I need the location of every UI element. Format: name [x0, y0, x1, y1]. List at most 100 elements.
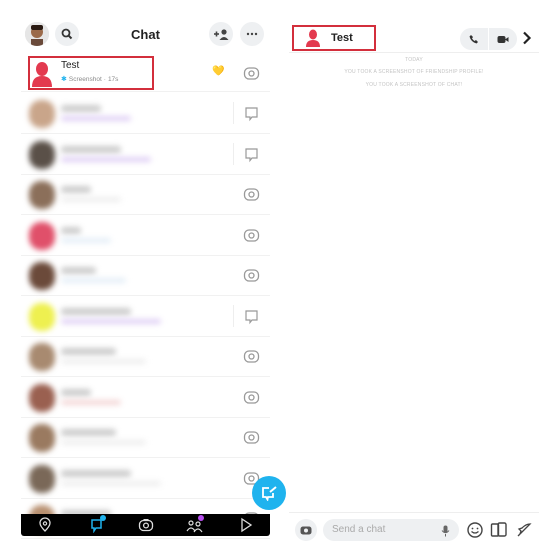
camera-icon[interactable] [243, 429, 260, 446]
camera-icon[interactable] [138, 517, 154, 533]
chat-status: ✱ Screenshot · 17s [61, 75, 119, 84]
contact-name-blurred [61, 226, 81, 234]
phone-icon [469, 35, 478, 44]
chat-input[interactable]: Send a chat [323, 519, 459, 541]
chat-status-blurred [61, 359, 146, 364]
spotlight-icon[interactable] [238, 517, 254, 533]
contact-name-blurred [61, 267, 96, 274]
chat-status-blurred [61, 318, 161, 324]
contact-name-blurred [61, 186, 91, 193]
camera-icon[interactable] [243, 186, 260, 203]
chat-status-blurred [61, 197, 121, 202]
video-button[interactable] [489, 28, 517, 50]
chat-row[interactable] [21, 93, 270, 134]
chat-badge [100, 515, 106, 521]
contact-avatar [306, 29, 320, 47]
add-friend-icon [214, 29, 229, 40]
conversation-header: Test [289, 25, 539, 53]
chat-row[interactable] [21, 417, 270, 458]
more-button[interactable] [240, 22, 264, 46]
chat-row[interactable] [21, 377, 270, 418]
friend-emoji: 💛 [212, 66, 225, 77]
mic-icon[interactable] [441, 525, 450, 537]
screenshot-icon: ✱ [61, 76, 67, 83]
camera-icon[interactable] [243, 389, 260, 406]
composer: Send a chat [289, 512, 539, 544]
camera-icon[interactable] [243, 65, 260, 82]
chat-status-blurred [61, 116, 131, 121]
chat-status-blurred [61, 480, 161, 486]
chat-row[interactable] [21, 255, 270, 296]
contact-name: Test [61, 60, 80, 71]
timestamp: 17s [107, 75, 119, 83]
contact-name: Test [331, 32, 353, 44]
contact-avatar [29, 181, 55, 209]
camera-icon[interactable] [243, 348, 260, 365]
call-controls [460, 28, 517, 50]
map-icon[interactable] [37, 517, 53, 533]
chat-icon[interactable] [243, 105, 260, 122]
contact-avatar [29, 424, 55, 452]
contact-avatar [29, 383, 55, 412]
emoji-icon[interactable] [466, 521, 484, 539]
chat-status-blurred [61, 237, 111, 243]
system-message: YOU TOOK A SCREENSHOT OF FRIENDSHIP PROF… [344, 69, 484, 75]
video-icon [497, 35, 509, 43]
chat-status-blurred [61, 399, 121, 405]
contact-header-highlight[interactable]: Test [292, 25, 376, 51]
rocket-icon[interactable] [515, 521, 533, 539]
more-icon [246, 32, 258, 36]
contact-name-blurred [61, 105, 101, 112]
contact-avatar [29, 343, 55, 371]
status-text: Screenshot [68, 75, 102, 83]
camera-icon[interactable] [243, 227, 260, 244]
system-message: YOU TOOK A SCREENSHOT OF CHAT! [365, 82, 463, 88]
chat-icon[interactable] [243, 146, 260, 163]
chat-row[interactable] [21, 458, 270, 499]
chat-icon[interactable] [243, 308, 260, 325]
stories-tab[interactable] [186, 515, 204, 533]
contact-avatar [29, 100, 55, 128]
contact-name-blurred [61, 348, 116, 355]
chat-row[interactable] [21, 174, 270, 215]
camera-button[interactable] [295, 519, 317, 541]
contact-avatar [29, 302, 55, 331]
contact-avatar [29, 464, 55, 493]
date-divider: TODAY [405, 57, 423, 63]
contact-name-blurred [61, 307, 131, 315]
contact-avatar [29, 262, 55, 290]
conversation-panel: Test TODAY YOU TOOK A SCREENSHOT OF FRIE… [289, 0, 539, 560]
chat-status-blurred [61, 440, 146, 445]
chat-row-test[interactable]: Test ✱ Screenshot · 17s 💛 [21, 54, 270, 92]
bottom-nav [21, 514, 270, 536]
chat-status-blurred [61, 156, 151, 162]
separator: · [103, 75, 106, 83]
contact-name-blurred [61, 429, 116, 436]
chevron-right-icon[interactable] [522, 31, 532, 45]
add-friend-button[interactable] [209, 22, 233, 46]
divider [233, 304, 234, 327]
chat-row[interactable] [21, 134, 270, 175]
chat-row[interactable] [21, 296, 270, 337]
chat-row[interactable] [21, 215, 270, 256]
contact-name-blurred [61, 388, 91, 396]
sticker-icon[interactable] [490, 521, 508, 539]
divider [233, 102, 234, 124]
stories-badge [198, 515, 204, 521]
contact-name-blurred [61, 469, 131, 477]
chat-tab[interactable] [89, 515, 106, 534]
new-chat-icon [262, 486, 277, 501]
contact-name-blurred [61, 145, 121, 153]
phone-button[interactable] [460, 28, 489, 50]
chat-list-panel: Chat Test ✱ Screenshot · 17s 💛 [21, 0, 286, 539]
contact-avatar [32, 62, 52, 87]
contact-avatar [29, 221, 55, 250]
contact-avatar [29, 140, 55, 169]
new-chat-button[interactable] [252, 476, 286, 510]
camera-icon[interactable] [243, 267, 260, 284]
chat-header: Chat [21, 22, 270, 50]
divider [233, 142, 234, 165]
camera-icon [300, 526, 312, 535]
chat-status-blurred [61, 278, 126, 283]
chat-row[interactable] [21, 336, 270, 377]
